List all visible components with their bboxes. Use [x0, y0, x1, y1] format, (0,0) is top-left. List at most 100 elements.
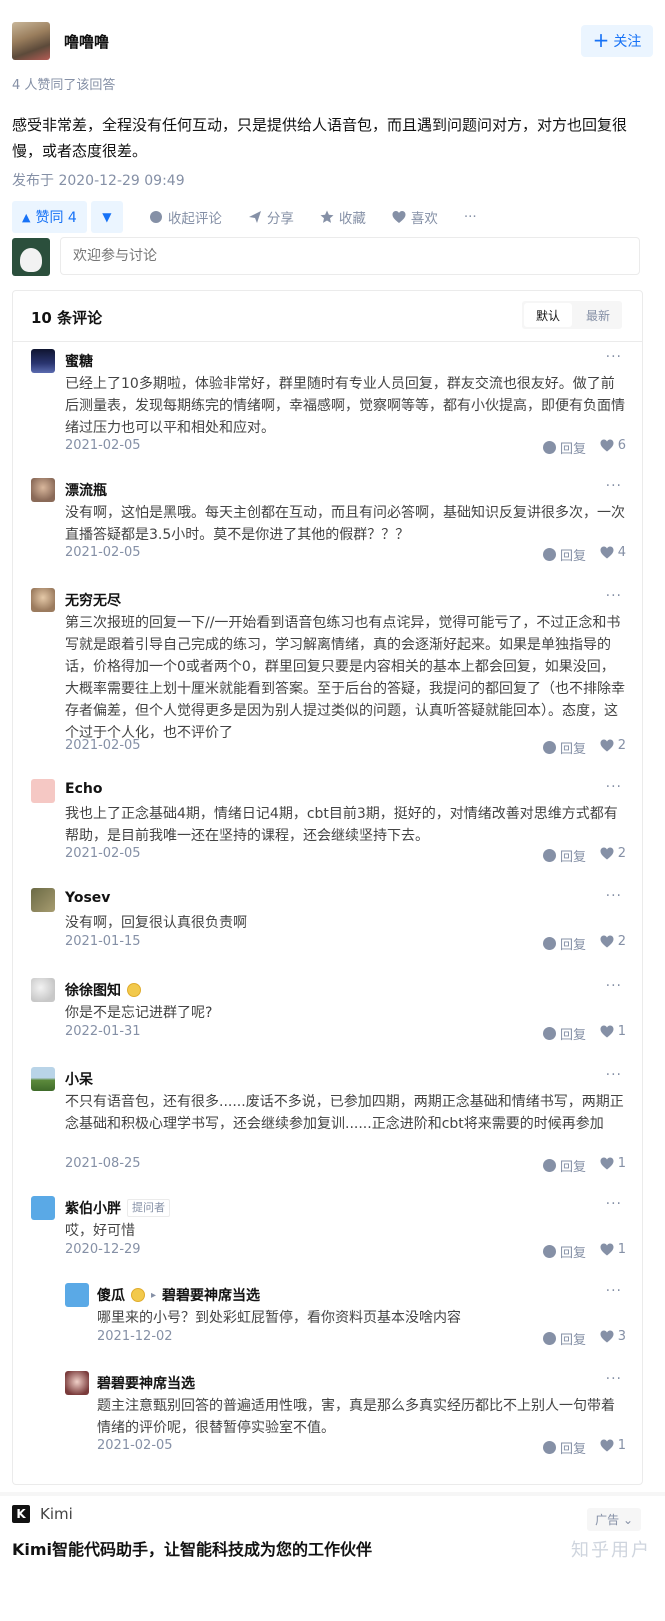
share-button[interactable]: 分享 [248, 207, 294, 227]
downvote-button[interactable]: ▼ [90, 201, 123, 233]
reply-arrow-icon: ▸ [151, 1289, 157, 1301]
reply-button[interactable]: 回复 [542, 846, 586, 865]
comment-like-button[interactable]: 1 [600, 1242, 626, 1257]
commenter-avatar[interactable] [31, 779, 55, 803]
reply-icon [542, 849, 556, 862]
like-button[interactable]: 喜欢 [392, 207, 438, 227]
reply-label: 回复 [559, 938, 586, 953]
comment-like-button[interactable]: 3 [600, 1329, 626, 1344]
ad-title[interactable]: Kimi智能代码助手，让智能科技成为您的工作伙伴 [12, 1536, 372, 1560]
upvote-button[interactable]: ▲ 赞同 4 [12, 201, 87, 233]
publish-time[interactable]: 发布于 2020-12-29 09:49 [12, 170, 185, 190]
commenter-avatar[interactable] [31, 1067, 55, 1091]
ad-tag-label: 广告 [595, 1513, 620, 1527]
collapse-comments-button[interactable]: 收起评论 [149, 207, 222, 227]
sort-latest-tab[interactable]: 最新 [574, 301, 622, 329]
comment-text: 第三次报班的回复一下//一开始看到语音包练习也有点诧异，觉得可能亏了，不过正念和… [65, 615, 625, 741]
comment-text: 你是不是忘记进群了呢? [65, 1005, 213, 1021]
commenter-name[interactable]: 徐徐图知 [65, 980, 141, 1000]
like-count: 1 [617, 1242, 626, 1257]
commenter-avatar[interactable] [31, 888, 55, 912]
ad-tag[interactable]: 广告 ⌄ [587, 1508, 641, 1531]
favorite-button[interactable]: 收藏 [320, 207, 366, 227]
reply-icon [542, 1027, 556, 1040]
commenter-avatar[interactable] [31, 349, 55, 373]
follow-button[interactable]: + 关注 [581, 25, 653, 57]
comment-time: 2022-01-31 [65, 1024, 141, 1039]
comment-like-button[interactable]: 1 [600, 1438, 626, 1453]
commenter-avatar[interactable] [31, 978, 55, 1002]
more-button[interactable]: ··· [464, 209, 477, 225]
comment-time: 2020-12-29 [65, 1242, 141, 1257]
reply-button[interactable]: 回复 [542, 438, 586, 457]
share-label: 分享 [266, 211, 294, 227]
sort-default-tab[interactable]: 默认 [524, 303, 572, 327]
comment-time: 2021-12-02 [97, 1329, 173, 1344]
author-name[interactable]: 噜噜噜 [64, 31, 109, 52]
reply-button[interactable]: 回复 [542, 1329, 586, 1348]
reply-button[interactable]: 回复 [542, 1024, 586, 1043]
comment-more-icon[interactable]: ··· [606, 888, 622, 904]
commenter-name[interactable]: 小呆 [65, 1069, 93, 1089]
reply-button[interactable]: 回复 [542, 934, 586, 953]
commenter-name[interactable]: 紫伯小胖 提问者 [65, 1198, 170, 1218]
ad-brand[interactable]: Kimi [40, 1505, 73, 1523]
like-count: 1 [617, 1024, 626, 1039]
commenter-avatar[interactable] [65, 1283, 89, 1307]
reply-button[interactable]: 回复 [542, 1242, 586, 1261]
comment-time: 2021-08-25 [65, 1156, 141, 1171]
plus-icon: + [592, 28, 610, 52]
commenter-avatar[interactable] [31, 1196, 55, 1220]
comment-sort-toggle: 默认 最新 [522, 301, 622, 329]
ad-separator [0, 1492, 665, 1496]
comment-more-icon[interactable]: ··· [606, 349, 622, 365]
comment-more-icon[interactable]: ··· [606, 588, 622, 604]
comment-like-button[interactable]: 2 [600, 738, 626, 753]
favorite-label: 收藏 [338, 211, 366, 227]
comment-like-button[interactable]: 1 [600, 1156, 626, 1171]
comment-more-icon[interactable]: ··· [606, 478, 622, 494]
reply-icon [542, 1332, 556, 1345]
comment-more-icon[interactable]: ··· [606, 1067, 622, 1083]
commenter-name[interactable]: 蜜糖 [65, 351, 93, 371]
comment-more-icon[interactable]: ··· [606, 978, 622, 994]
comment-more-icon[interactable]: ··· [606, 779, 622, 795]
reply-icon [542, 1441, 556, 1454]
comment-text: 我也上了正念基础4期，情绪日记4期，cbt目前3期，挺好的，对情绪改善对思维方式… [65, 806, 618, 844]
comment-input[interactable] [60, 237, 640, 275]
follow-label: 关注 [613, 34, 642, 50]
comment-more-icon[interactable]: ··· [606, 1196, 622, 1212]
comment-time: 2021-02-05 [65, 738, 141, 753]
reply-to-name[interactable]: 碧碧要神席当选 [162, 1285, 260, 1305]
commenter-avatar[interactable] [31, 588, 55, 612]
like-count: 2 [617, 934, 626, 949]
comment-like-button[interactable]: 2 [600, 934, 626, 949]
like-count: 6 [617, 438, 626, 453]
reply-button[interactable]: 回复 [542, 1438, 586, 1457]
author-avatar[interactable] [12, 22, 50, 60]
commenter-avatar[interactable] [31, 478, 55, 502]
comment-time: 2021-02-05 [65, 846, 141, 861]
reply-button[interactable]: 回复 [542, 1156, 586, 1175]
commenter-name[interactable]: Echo [65, 781, 102, 797]
commenter-name[interactable]: 漂流瓶 [65, 480, 107, 500]
comment-like-button[interactable]: 1 [600, 1024, 626, 1039]
commenter-name[interactable]: Yosev [65, 890, 110, 906]
comment-like-button[interactable]: 4 [600, 545, 626, 560]
commenter-name[interactable]: 碧碧要神席当选 [97, 1373, 195, 1393]
comment-like-button[interactable]: 2 [600, 846, 626, 861]
reply-icon [542, 548, 556, 561]
comments-count-title: 10 条评论 [31, 309, 103, 327]
commenter-avatar[interactable] [65, 1371, 89, 1395]
comment-time: 2021-02-05 [65, 438, 141, 453]
comment-more-icon[interactable]: ··· [606, 1371, 622, 1387]
reply-button[interactable]: 回复 [542, 738, 586, 757]
heart-icon [600, 847, 614, 860]
comment-like-button[interactable]: 6 [600, 438, 626, 453]
heart-icon [600, 935, 614, 948]
comment-more-icon[interactable]: ··· [606, 1283, 622, 1299]
commenter-name[interactable]: 无穷无尽 [65, 590, 121, 610]
commenter-name[interactable]: 傻瓜 ▸ 碧碧要神席当选 [97, 1285, 260, 1305]
reply-button[interactable]: 回复 [542, 545, 586, 564]
divider [13, 341, 642, 342]
